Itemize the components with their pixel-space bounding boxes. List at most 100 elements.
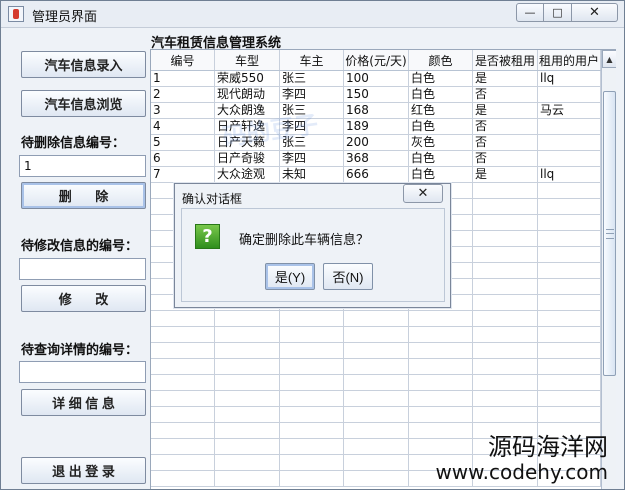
empty-table-row	[151, 343, 601, 359]
empty-table-row	[151, 311, 601, 327]
table-cell: 150	[344, 87, 409, 103]
table-row[interactable]: 3 大众朗逸 张三 168 红色是马云	[151, 103, 601, 119]
table-cell: 白色	[409, 119, 473, 135]
brand-watermark: 源码海洋网 www.codehy.com	[435, 434, 608, 484]
table-cell: 否	[473, 135, 538, 151]
delete-id-input[interactable]	[19, 155, 146, 177]
confirm-dialog: 确认对话框 ✕ ? 确定删除此车辆信息？ 是(Y) 否(N)	[174, 183, 451, 308]
table-row[interactable]: 7 大众途观 未知 666 白色是 llq	[151, 167, 601, 183]
table-header-cell[interactable]: 价格(元/天)	[344, 50, 409, 70]
delete-button[interactable]: 删 除	[21, 182, 146, 209]
dialog-titlebar: 确认对话框 ✕	[175, 184, 450, 207]
close-icon: ✕	[417, 186, 429, 201]
question-icon: ?	[195, 224, 220, 249]
empty-table-row	[151, 327, 601, 343]
table-header: 编号 车型 车主 价格(元/天) 颜色 是否被租用 租用的用户	[151, 50, 601, 71]
dialog-body: ? 确定删除此车辆信息？ 是(Y) 否(N)	[181, 208, 445, 302]
table-header-cell[interactable]: 租用的用户	[538, 50, 601, 70]
table-cell: 否	[473, 151, 538, 167]
table-cell	[538, 87, 601, 103]
table-header-cell[interactable]: 车主	[280, 50, 344, 70]
maximize-icon: □	[552, 6, 563, 19]
table-cell: 666	[344, 167, 409, 183]
table-header-cell[interactable]: 颜色	[409, 50, 473, 70]
table-cell: 白色	[409, 151, 473, 167]
no-button[interactable]: 否(N)	[323, 263, 373, 290]
table-row[interactable]: 6 日产奇骏 李四 368 白色否	[151, 151, 601, 167]
table-cell: 3	[151, 103, 215, 119]
brand-name: 源码海洋网	[488, 433, 608, 461]
table-cell	[538, 119, 601, 135]
scroll-up-button[interactable]: ▲	[602, 50, 616, 68]
table-cell: 现代朗动	[215, 87, 280, 103]
table-cell: llq	[538, 71, 601, 87]
delete-id-label: 待删除信息编号：	[21, 136, 126, 151]
table-cell: 大众途观	[215, 167, 280, 183]
table-cell: 168	[344, 103, 409, 119]
table-cell: 6	[151, 151, 215, 167]
vertical-scrollbar[interactable]: ▲	[601, 50, 616, 489]
java-app-icon	[8, 6, 24, 22]
maximize-button[interactable]: □	[544, 3, 572, 22]
detail-id-input[interactable]	[19, 361, 146, 383]
brand-url: www.codehy.com	[435, 460, 608, 484]
scroll-grip-icon	[606, 229, 614, 239]
table-header-cell[interactable]: 编号	[151, 50, 215, 70]
table-cell: 马云	[538, 103, 601, 119]
table-cell: 1	[151, 71, 215, 87]
table-header-cell[interactable]: 是否被租用	[473, 50, 538, 70]
table-cell: 白色	[409, 87, 473, 103]
table-cell: 李四	[280, 151, 344, 167]
table-row[interactable]: 2 现代朗动 李四 150 白色否	[151, 87, 601, 103]
empty-table-row	[151, 359, 601, 375]
modify-id-input[interactable]	[19, 258, 146, 280]
table-cell: 7	[151, 167, 215, 183]
modify-id-label: 待修改信息的编号：	[21, 239, 139, 254]
table-cell: 189	[344, 119, 409, 135]
modify-button[interactable]: 修 改	[21, 285, 146, 312]
yes-button[interactable]: 是(Y)	[265, 263, 315, 290]
table-cell: 未知	[280, 167, 344, 183]
table-header-cell[interactable]: 车型	[215, 50, 280, 70]
scrollbar-thumb[interactable]	[603, 91, 616, 376]
table-cell: 否	[473, 119, 538, 135]
chevron-up-icon: ▲	[606, 54, 613, 64]
table-cell: 是	[473, 103, 538, 119]
table-cell: 是	[473, 71, 538, 87]
empty-table-row	[151, 391, 601, 407]
table-row[interactable]: 5 日产天籁 张三 200 灰色否	[151, 135, 601, 151]
detail-id-label: 待查询详情的编号：	[21, 343, 139, 358]
dialog-close-button[interactable]: ✕	[403, 184, 443, 203]
admin-window: 管理员界面 — □ ✕ 汽车信息录入 汽车信息浏览 待删除信息编号： 删 除 待…	[0, 0, 625, 490]
table-cell	[538, 151, 601, 167]
window-title: 管理员界面	[32, 10, 98, 25]
empty-table-row	[151, 375, 601, 391]
window-titlebar: 管理员界面 — □ ✕	[1, 1, 624, 28]
table-cell: 否	[473, 87, 538, 103]
dialog-message: 确定删除此车辆信息？	[239, 233, 370, 248]
minimize-button[interactable]: —	[516, 3, 544, 22]
empty-table-row	[151, 407, 601, 423]
table-cell: 是	[473, 167, 538, 183]
car-browse-button[interactable]: 汽车信息浏览	[21, 90, 146, 117]
table-cell: 5	[151, 135, 215, 151]
table-cell: 红色	[409, 103, 473, 119]
logout-button[interactable]: 退 出 登 录	[21, 457, 146, 484]
table-cell: llq	[538, 167, 601, 183]
car-entry-button[interactable]: 汽车信息录入	[21, 51, 146, 78]
table-cell: 日产奇骏	[215, 151, 280, 167]
table-cell: 368	[344, 151, 409, 167]
table-cell: 荣威550	[215, 71, 280, 87]
table-cell: 张三	[280, 71, 344, 87]
dialog-title: 确认对话框	[182, 192, 243, 206]
table-cell: 李四	[280, 87, 344, 103]
table-cell: 白色	[409, 167, 473, 183]
table-cell: 100	[344, 71, 409, 87]
table-row[interactable]: 4 日产轩逸 李四 189 白色否	[151, 119, 601, 135]
detail-info-button[interactable]: 详 细 信 息	[21, 389, 146, 416]
table-cell: 白色	[409, 71, 473, 87]
table-row[interactable]: 1 荣威550 张三 100 白色是 llq	[151, 71, 601, 87]
table-cell: 200	[344, 135, 409, 151]
close-button[interactable]: ✕	[572, 3, 618, 22]
table-cell: 2	[151, 87, 215, 103]
